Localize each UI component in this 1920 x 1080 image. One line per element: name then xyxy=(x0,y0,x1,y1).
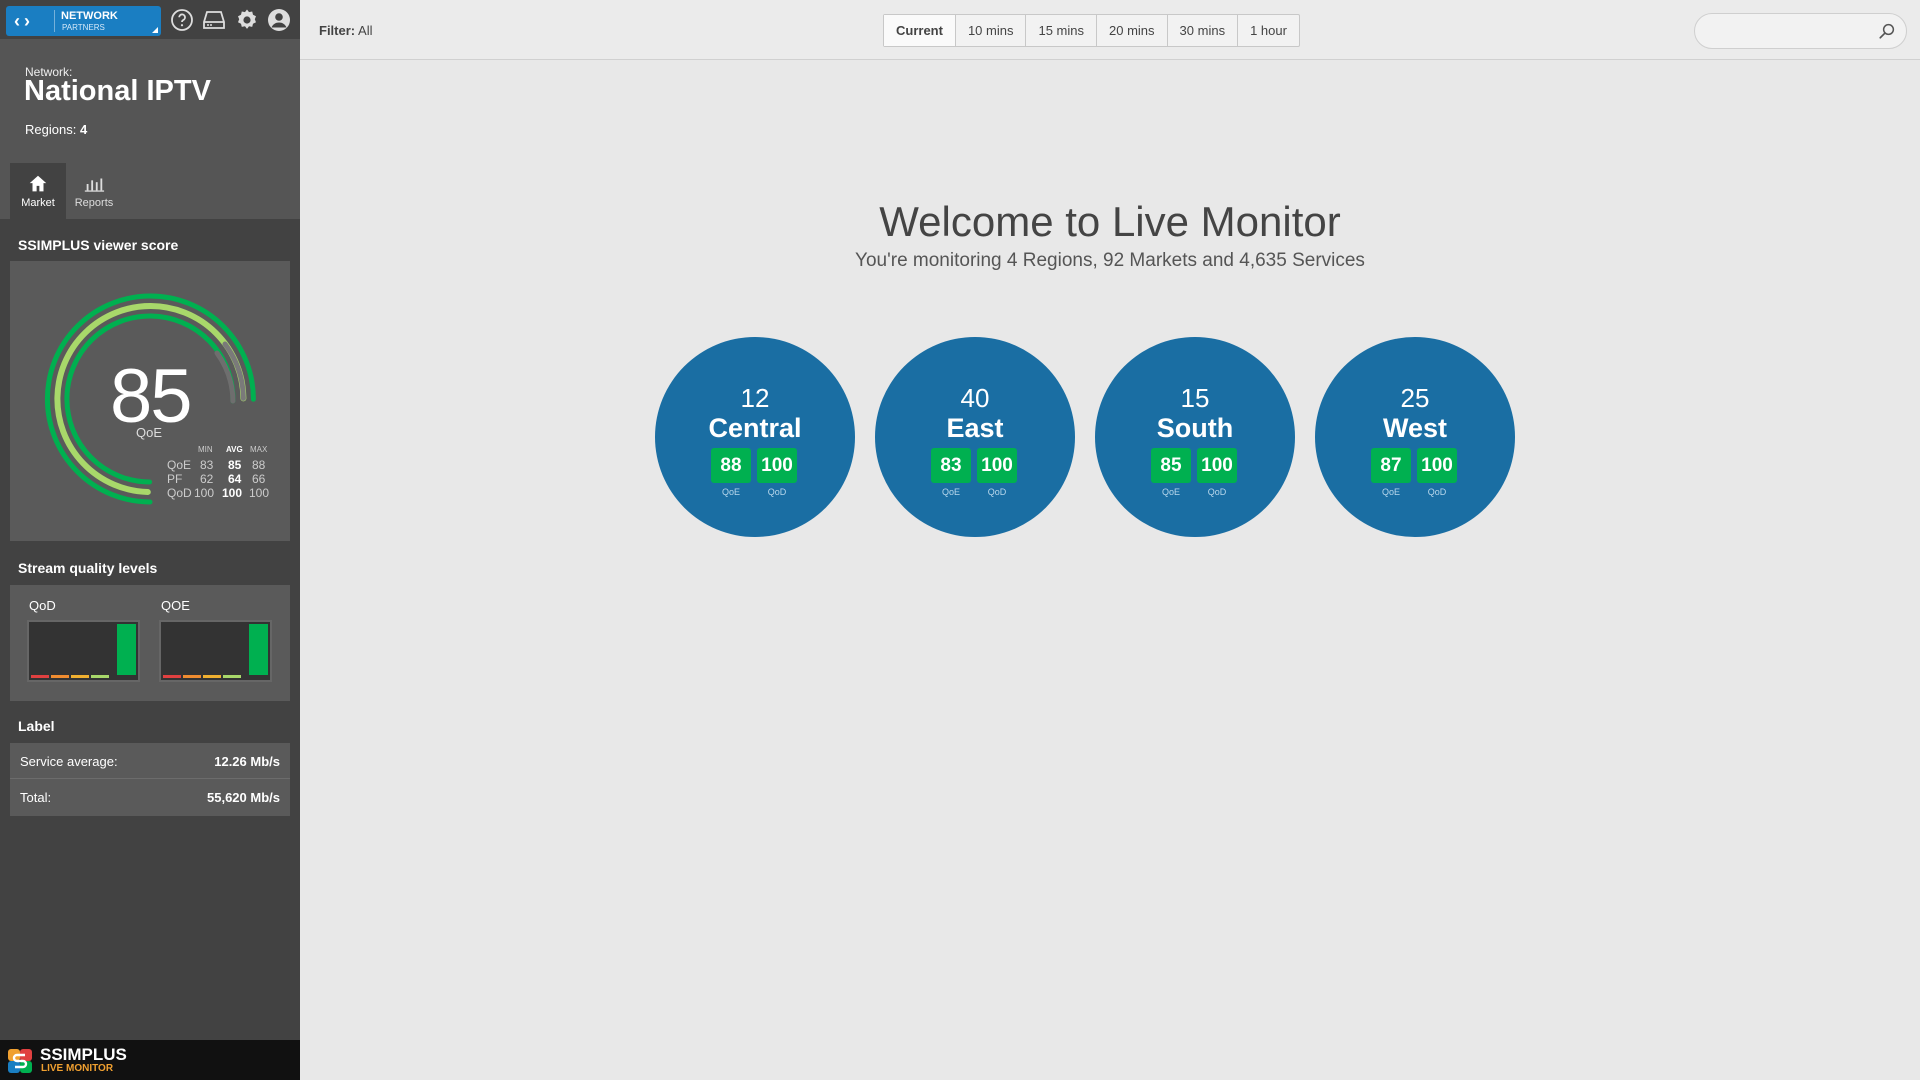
qod-caption: QoD xyxy=(987,487,1007,497)
home-icon xyxy=(29,175,47,192)
qod-caption: QoD xyxy=(767,487,787,497)
network-switcher-label: NETWORK xyxy=(61,10,118,22)
regions-count: Regions: 4 xyxy=(25,122,88,137)
region-market-count: 40 xyxy=(960,383,990,413)
region-name: South xyxy=(1156,413,1234,443)
main-header: Filter: All Current 10 mins 15 mins 20 m… xyxy=(300,0,1920,60)
sidebar: ‹› NETWORK PARTNERS Network: National IP… xyxy=(0,0,300,1080)
brand-footer: SSIMPLUS LIVE MONITOR xyxy=(0,1040,300,1080)
welcome-subtitle: You're monitoring 4 Regions, 92 Markets … xyxy=(855,250,1365,271)
tab-10-mins[interactable]: 10 mins xyxy=(956,15,1027,46)
region-qoe-score: 88 xyxy=(711,448,751,483)
region-south[interactable]: 15 South 85 100 QoE QoD xyxy=(1095,337,1295,537)
total-row: Total: 55,620 Mb/s xyxy=(20,790,280,805)
qod-level-label: QoD xyxy=(29,598,56,613)
label-panel: Service average: 12.26 Mb/s Total: 55,62… xyxy=(10,743,290,816)
tab-current[interactable]: Current xyxy=(884,15,956,46)
region-qod-score: 100 xyxy=(977,448,1017,483)
welcome-title: Welcome to Live Monitor xyxy=(879,198,1341,245)
viewer-score-unit: QoE xyxy=(136,425,163,440)
welcome-banner: Welcome to Live Monitor You're monitorin… xyxy=(300,198,1920,272)
qoe-caption: QoE xyxy=(1161,487,1180,497)
user-icon[interactable] xyxy=(267,8,291,32)
region-qoe-score: 85 xyxy=(1151,448,1191,483)
region-west[interactable]: 25 West 87 100 QoE QoD xyxy=(1315,337,1515,537)
time-range-tabs: Current 10 mins 15 mins 20 mins 30 mins … xyxy=(883,14,1300,47)
region-central[interactable]: 12 Central 88 100 QoE QoD xyxy=(655,337,855,537)
bar-chart-icon xyxy=(84,178,105,192)
stats-header-avg: AVG xyxy=(226,445,243,454)
region-east[interactable]: 40 East 83 100 QoE QoD xyxy=(875,337,1075,537)
region-name: Central xyxy=(708,413,802,443)
tab-market[interactable]: Market xyxy=(10,163,66,219)
region-market-count: 15 xyxy=(1180,383,1210,413)
region-name: East xyxy=(946,413,1004,443)
qod-level-bar xyxy=(27,620,140,682)
back-arrow-icon[interactable]: ‹ xyxy=(14,11,24,32)
tab-30-mins[interactable]: 30 mins xyxy=(1168,15,1239,46)
stats-header-min: MIN xyxy=(198,445,213,454)
top-toolbar: ‹› NETWORK PARTNERS xyxy=(0,0,300,39)
dropdown-corner-icon xyxy=(152,27,158,33)
network-switcher[interactable]: ‹› NETWORK PARTNERS xyxy=(6,6,161,36)
qod-caption: QoD xyxy=(1207,487,1227,497)
region-qoe-score: 83 xyxy=(931,448,971,483)
stream-quality-title: Stream quality levels xyxy=(18,560,158,576)
tab-1-hour[interactable]: 1 hour xyxy=(1238,15,1299,46)
network-switcher-sublabel: PARTNERS xyxy=(62,23,105,32)
storage-icon[interactable] xyxy=(202,8,226,32)
filter-indicator[interactable]: Filter: All xyxy=(319,23,372,38)
search-icon[interactable] xyxy=(1878,22,1896,40)
stats-header-max: MAX xyxy=(250,445,268,454)
tab-reports[interactable]: Reports xyxy=(66,163,122,219)
brand-name: SSIMPLUS xyxy=(40,1045,127,1064)
viewer-score-gauge: 85 QoE MIN AVG MAX QoE 83 85 88 PF 62 64… xyxy=(10,261,290,541)
qoe-caption: QoE xyxy=(1381,487,1400,497)
label-section-title: Label xyxy=(18,718,55,734)
stream-quality-levels: QoD QOE xyxy=(10,585,290,701)
region-qod-score: 100 xyxy=(1417,448,1457,483)
qoe-level-bar xyxy=(159,620,272,682)
search-input[interactable] xyxy=(1709,22,1869,37)
region-market-count: 12 xyxy=(740,383,770,413)
region-qod-score: 100 xyxy=(757,448,797,483)
network-summary: Network: National IPTV Regions: 4 Market… xyxy=(0,39,300,219)
forward-arrow-icon[interactable]: › xyxy=(24,11,34,32)
qod-caption: QoD xyxy=(1427,487,1447,497)
region-qod-score: 100 xyxy=(1197,448,1237,483)
region-qoe-score: 87 xyxy=(1371,448,1411,483)
search-box xyxy=(1694,13,1907,49)
viewer-score-title: SSIMPLUS viewer score xyxy=(18,237,179,253)
tab-20-mins[interactable]: 20 mins xyxy=(1097,15,1168,46)
help-icon[interactable] xyxy=(170,8,194,32)
qoe-caption: QoE xyxy=(941,487,960,497)
network-name: National IPTV xyxy=(24,75,211,107)
ssimplus-logo-icon xyxy=(8,1049,32,1073)
qoe-level-label: QOE xyxy=(161,598,190,613)
tab-15-mins[interactable]: 15 mins xyxy=(1026,15,1098,46)
region-market-count: 25 xyxy=(1400,383,1430,413)
qoe-caption: QoE xyxy=(721,487,740,497)
brand-subtitle: LIVE MONITOR xyxy=(41,1063,114,1074)
service-average-row: Service average: 12.26 Mb/s xyxy=(10,743,290,779)
gear-icon[interactable] xyxy=(235,8,259,32)
region-name: West xyxy=(1382,413,1448,443)
